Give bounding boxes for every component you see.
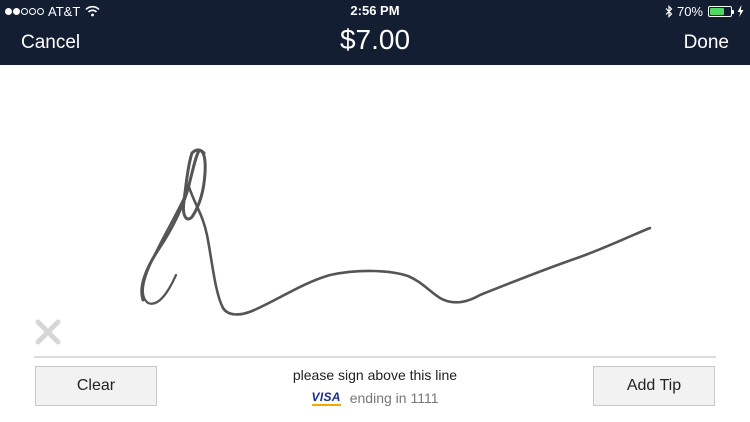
signature-pad[interactable]: [0, 65, 750, 357]
cancel-button[interactable]: Cancel: [21, 32, 80, 54]
visa-logo-icon: VISA: [311, 389, 341, 406]
amount-title: $7.00: [339, 24, 411, 55]
signature-stroke: [140, 148, 652, 316]
signature-line: [34, 356, 716, 358]
status-right: 70%: [665, 3, 744, 19]
status-time: 2:56 PM: [350, 3, 400, 18]
done-button[interactable]: Done: [684, 32, 729, 54]
status-bar: AT&T 2:56 PM 70%: [0, 0, 750, 22]
top-bar: AT&T 2:56 PM 70% Cancel $7.00 Done: [0, 0, 750, 65]
battery-icon: [708, 5, 734, 17]
battery-percent: 70%: [676, 3, 703, 19]
card-ending: ending in 1111: [349, 390, 439, 406]
charging-bolt-icon: [737, 5, 744, 17]
battery-fill: [710, 7, 724, 15]
add-tip-button[interactable]: Add Tip: [593, 366, 715, 406]
bluetooth-icon: [665, 4, 673, 18]
close-icon[interactable]: [34, 318, 62, 346]
